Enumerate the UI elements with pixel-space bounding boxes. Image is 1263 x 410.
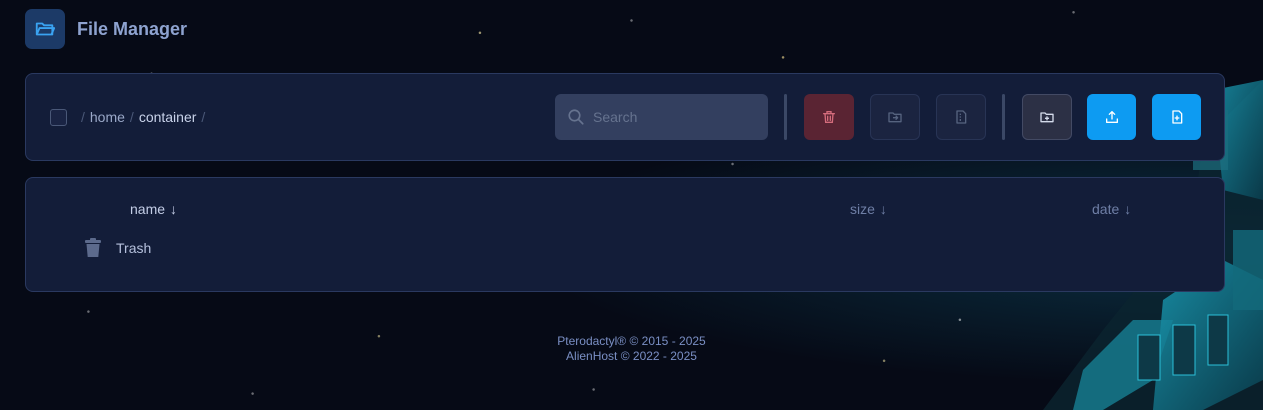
- breadcrumb-separator: /: [129, 109, 134, 125]
- search-input[interactable]: [593, 109, 753, 125]
- column-label: date: [1092, 201, 1120, 217]
- compress-button[interactable]: [936, 94, 986, 140]
- column-label: name: [130, 201, 166, 217]
- file-plus-icon: [1171, 110, 1182, 124]
- toolbar-divider: [784, 94, 787, 140]
- new-file-button[interactable]: [1152, 94, 1201, 140]
- footer-line[interactable]: Pterodactyl® © 2015 - 2025: [0, 334, 1263, 349]
- file-list-panel: name ↓ size ↓ date ↓ Trash: [25, 177, 1225, 292]
- sort-arrow-icon: ↓: [1124, 201, 1132, 217]
- file-name: Trash: [116, 240, 152, 256]
- trash-icon: [85, 238, 101, 257]
- sort-arrow-icon: ↓: [170, 201, 178, 217]
- column-header-date[interactable]: date ↓: [1092, 201, 1131, 217]
- folder-move-icon: [888, 112, 902, 123]
- toolbar-panel: / home / container /: [25, 73, 1225, 161]
- search-box[interactable]: [555, 94, 768, 140]
- trash-icon: [823, 111, 835, 123]
- list-item[interactable]: Trash: [84, 238, 151, 258]
- sort-arrow-icon: ↓: [879, 201, 887, 217]
- delete-button[interactable]: [804, 94, 854, 140]
- breadcrumb-home[interactable]: home: [90, 109, 125, 125]
- column-header-name[interactable]: name ↓: [130, 201, 177, 217]
- breadcrumb-separator: /: [201, 109, 206, 125]
- move-button[interactable]: [870, 94, 920, 140]
- folder-plus-icon: [1040, 112, 1054, 123]
- breadcrumb-separator: /: [81, 109, 85, 125]
- page-header: File Manager: [25, 9, 187, 49]
- breadcrumb: / home / container /: [81, 109, 205, 125]
- column-header-size[interactable]: size ↓: [850, 201, 887, 217]
- toolbar-divider: [1002, 94, 1005, 140]
- archive-file-icon: [956, 110, 967, 124]
- footer: Pterodactyl® © 2015 - 2025 AlienHost © 2…: [0, 334, 1263, 364]
- new-folder-button[interactable]: [1022, 94, 1072, 140]
- select-all-checkbox[interactable]: [50, 109, 67, 126]
- footer-line[interactable]: AlienHost © 2022 - 2025: [0, 349, 1263, 364]
- breadcrumb-current: container: [138, 109, 197, 125]
- upload-button[interactable]: [1087, 94, 1136, 140]
- page-title: File Manager: [77, 18, 188, 39]
- search-icon: [568, 109, 584, 125]
- upload-icon: [1105, 111, 1118, 123]
- folder-open-icon: [25, 9, 65, 49]
- column-label: size: [850, 201, 875, 217]
